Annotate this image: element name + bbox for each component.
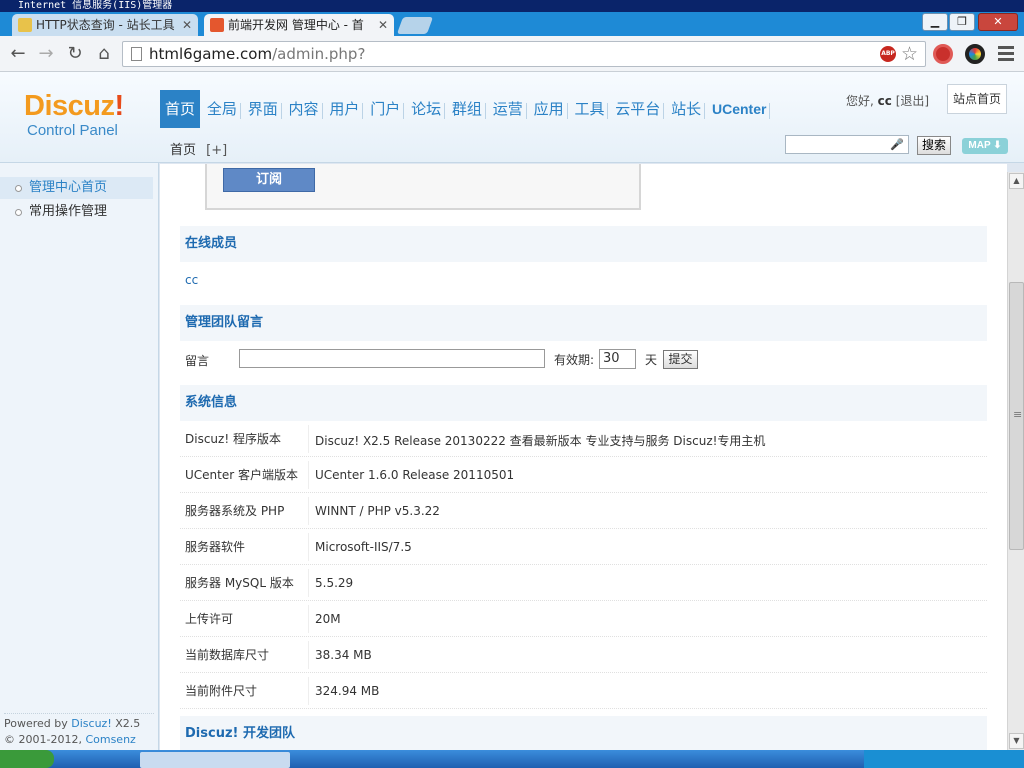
nav-content[interactable]: 内容 bbox=[286, 90, 322, 128]
nav-cloud[interactable]: 云平台 bbox=[612, 90, 663, 128]
taskbar-item[interactable] bbox=[140, 752, 290, 768]
toolsite-favicon-icon bbox=[18, 18, 32, 32]
sysinfo-row: UCenter 客户端版本 UCenter 1.6.0 Release 20110… bbox=[180, 457, 987, 493]
system-tray bbox=[864, 750, 1024, 768]
sysinfo-row: 服务器软件 Microsoft-IIS/7.5 bbox=[180, 529, 987, 565]
browser-toolbar: ← → ↻ ⌂ html6game.com/admin.php? ABP ☆ bbox=[0, 36, 1024, 72]
main-content: 订阅 在线成员 cc 管理团队留言 留言 有效期: 30 天 提交 系统信息 D… bbox=[160, 164, 1007, 750]
username: cc bbox=[877, 94, 892, 108]
os-window-title: Internet 信息服务(IIS)管理器 bbox=[0, 0, 1024, 12]
nav-forum[interactable]: 论坛 bbox=[408, 90, 444, 128]
map-button[interactable]: MAP ⬇ bbox=[962, 138, 1008, 154]
tab-http-status[interactable]: HTTP状态查询 - 站长工具 ✕ bbox=[12, 14, 198, 36]
microphone-icon[interactable]: 🎤 bbox=[890, 138, 904, 151]
url-text: html6game.com/admin.php? bbox=[149, 45, 366, 63]
forward-arrow-icon[interactable]: → bbox=[34, 42, 58, 66]
tab-admin-center[interactable]: 前端开发网 管理中心 - 首 ✕ bbox=[204, 14, 394, 36]
add-shortcut-link[interactable]: [+] bbox=[206, 143, 227, 158]
reload-icon[interactable]: ↻ bbox=[63, 42, 87, 66]
discuz-link[interactable]: Discuz! bbox=[71, 717, 111, 730]
nav-apps[interactable]: 应用 bbox=[531, 90, 567, 128]
bookmark-star-icon[interactable]: ☆ bbox=[901, 42, 918, 66]
subscribe-button[interactable]: 订阅 bbox=[223, 168, 315, 192]
home-icon[interactable]: ⌂ bbox=[92, 42, 116, 66]
page-icon bbox=[131, 47, 142, 61]
nav-global[interactable]: 全局 bbox=[204, 90, 240, 128]
start-button[interactable] bbox=[0, 750, 54, 768]
html5-favicon-icon bbox=[210, 18, 224, 32]
admin-header: Discuz! Control Panel 首页 全局 界面 内容 用户 门户 … bbox=[0, 72, 1024, 163]
nav-ucenter[interactable]: UCenter bbox=[709, 90, 769, 128]
admin-search-input[interactable]: 🎤 bbox=[785, 135, 909, 154]
menu-icon[interactable] bbox=[996, 43, 1016, 65]
site-home-button[interactable]: 站点首页 bbox=[947, 84, 1007, 114]
address-bar[interactable]: html6game.com/admin.php? ABP ☆ bbox=[122, 41, 926, 67]
color-picker-extension-icon[interactable] bbox=[965, 44, 985, 64]
online-user-link[interactable]: cc bbox=[185, 273, 198, 287]
adblock-icon[interactable]: ABP bbox=[880, 46, 896, 62]
nav-operations[interactable]: 运营 bbox=[490, 90, 526, 128]
day-label: 天 bbox=[645, 353, 658, 367]
minimize-button[interactable]: ▁ bbox=[922, 13, 948, 31]
nav-tools[interactable]: 工具 bbox=[571, 90, 607, 128]
main-scrollbar[interactable]: ▲ ▼ bbox=[1007, 172, 1024, 750]
sidebar-item-common-ops[interactable]: 常用操作管理 bbox=[0, 201, 153, 223]
scroll-down-icon[interactable]: ▼ bbox=[1009, 733, 1024, 749]
os-taskbar bbox=[0, 750, 1024, 768]
scroll-up-icon[interactable]: ▲ bbox=[1009, 173, 1024, 189]
stop-hand-extension-icon[interactable] bbox=[933, 44, 953, 64]
restore-button[interactable]: ❐ bbox=[949, 13, 975, 31]
message-label: 留言 bbox=[185, 354, 210, 368]
sidebar: 管理中心首页 常用操作管理 Powered by Discuz! X2.5 © … bbox=[0, 163, 159, 762]
tab-label: HTTP状态查询 - 站长工具 bbox=[36, 18, 175, 32]
nav-interface[interactable]: 界面 bbox=[245, 90, 281, 128]
breadcrumb-home[interactable]: 首页 bbox=[170, 143, 196, 158]
sysinfo-row: 服务器系统及 PHP WINNT / PHP v5.3.22 bbox=[180, 493, 987, 529]
online-members-title: 在线成员 bbox=[180, 226, 987, 262]
nav-groups[interactable]: 群组 bbox=[449, 90, 485, 128]
new-tab-button[interactable] bbox=[396, 17, 434, 34]
main-nav: 首页 全局 界面 内容 用户 门户 论坛 群组 运营 应用 工具 云平台 站长 … bbox=[160, 90, 771, 128]
sysinfo-row: 当前数据库尺寸 38.34 MB bbox=[180, 637, 987, 673]
submit-message-button[interactable]: 提交 bbox=[663, 350, 698, 369]
expiry-days-input[interactable]: 30 bbox=[599, 349, 636, 369]
dev-team-title: Discuz! 开发团队 bbox=[180, 716, 987, 750]
sysinfo-row: 上传许可 20M bbox=[180, 601, 987, 637]
subscribe-panel: 订阅 bbox=[205, 164, 641, 210]
browser-tabstrip: HTTP状态查询 - 站长工具 ✕ 前端开发网 管理中心 - 首 ✕ bbox=[0, 12, 1024, 36]
discuz-logo: Discuz! Control Panel bbox=[24, 90, 124, 139]
scroll-thumb[interactable] bbox=[1009, 282, 1024, 550]
sysinfo-row: 当前附件尺寸 324.94 MB bbox=[180, 673, 987, 709]
close-window-button[interactable]: ✕ bbox=[978, 13, 1018, 31]
breadcrumb: 首页 [+] bbox=[170, 139, 227, 158]
system-info-title: 系统信息 bbox=[180, 385, 987, 421]
tab-label: 前端开发网 管理中心 - 首 bbox=[228, 18, 364, 32]
close-tab-icon[interactable]: ✕ bbox=[182, 14, 192, 36]
message-input[interactable] bbox=[239, 349, 545, 368]
user-info: 您好, cc [退出] bbox=[846, 94, 930, 108]
nav-portal[interactable]: 门户 bbox=[367, 90, 403, 128]
nav-webmaster[interactable]: 站长 bbox=[668, 90, 704, 128]
team-message-title: 管理团队留言 bbox=[180, 305, 987, 341]
logout-link[interactable]: [退出] bbox=[896, 94, 929, 108]
sysinfo-row: 服务器 MySQL 版本 5.5.29 bbox=[180, 565, 987, 601]
search-button[interactable]: 搜索 bbox=[917, 136, 951, 155]
close-tab-icon[interactable]: ✕ bbox=[378, 14, 388, 36]
nav-home[interactable]: 首页 bbox=[160, 90, 201, 128]
sidebar-item-admin-home[interactable]: 管理中心首页 bbox=[0, 177, 153, 199]
expiry-label: 有效期: bbox=[554, 353, 595, 367]
back-arrow-icon[interactable]: ← bbox=[6, 42, 30, 66]
nav-users[interactable]: 用户 bbox=[326, 90, 362, 128]
sysinfo-row: Discuz! 程序版本 Discuz! X2.5 Release 2013022… bbox=[180, 421, 987, 457]
